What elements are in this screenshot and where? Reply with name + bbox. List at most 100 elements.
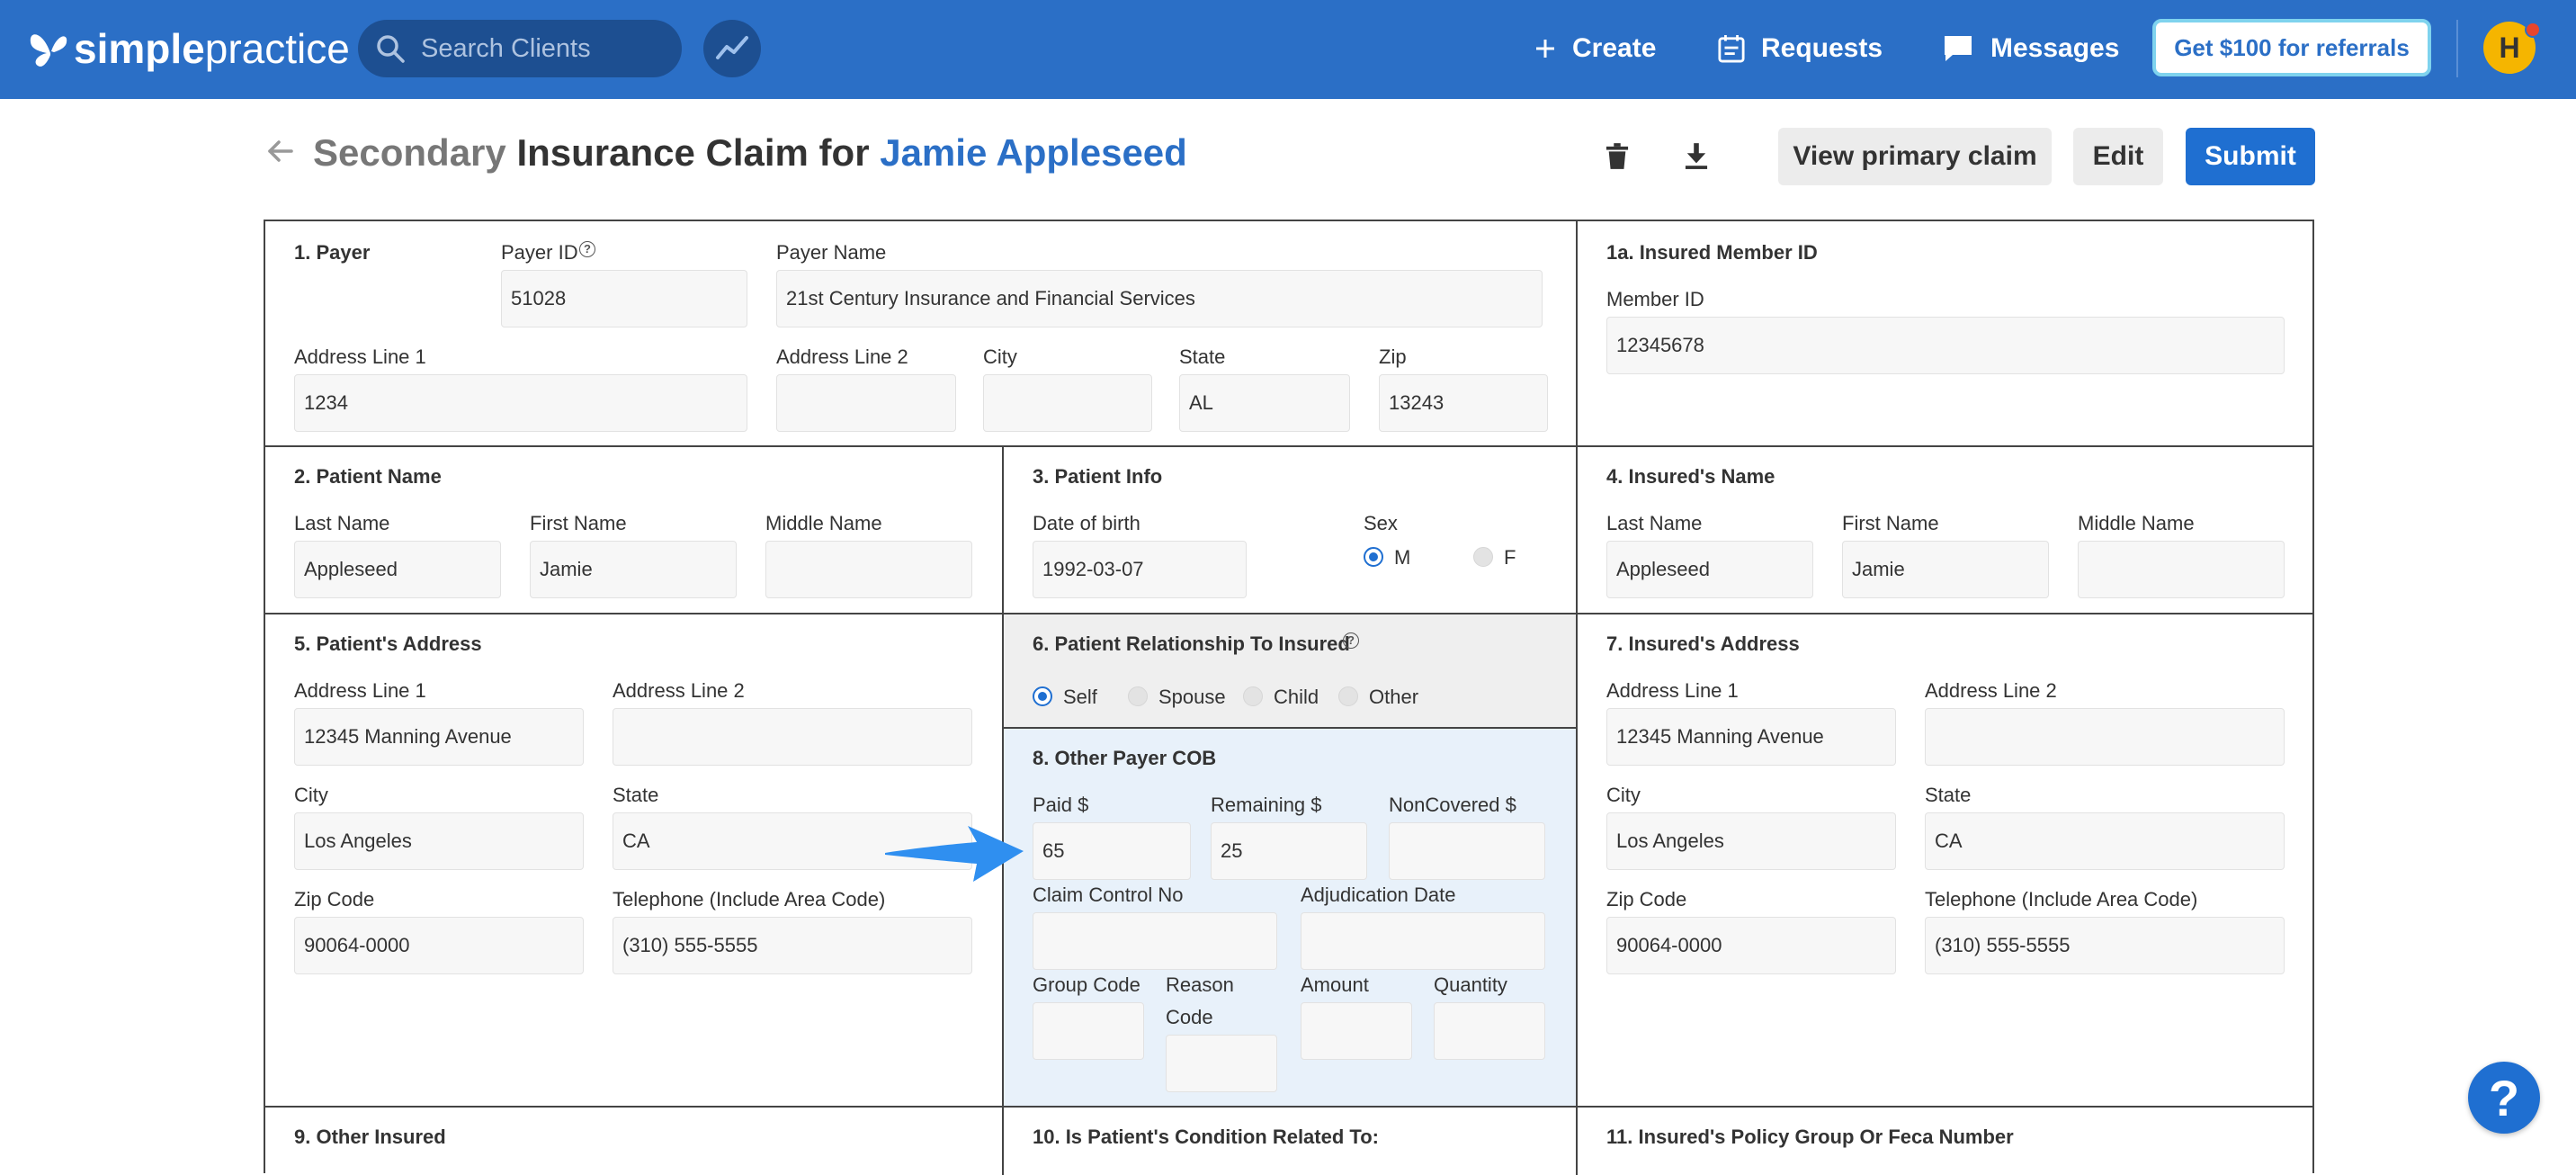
payer-name-field[interactable]: 21st Century Insurance and Financial Ser… xyxy=(776,270,1543,327)
zip-code-label: Zip Code xyxy=(1606,888,1687,910)
help-circle-icon[interactable]: ? xyxy=(1343,632,1359,649)
patient-first-name-field[interactable]: Jamie xyxy=(530,541,737,598)
back-arrow-icon[interactable] xyxy=(264,135,297,167)
address-line-2-label: Address Line 2 xyxy=(776,345,908,368)
payer-id-field[interactable]: 51028 xyxy=(501,270,747,327)
city-label: City xyxy=(983,345,1017,368)
page-title: Secondary Insurance Claim for Jamie Appl… xyxy=(313,131,1187,175)
butterfly-icon xyxy=(30,34,67,67)
section-patient-relationship: 6. Patient Relationship To Insured ? Sel… xyxy=(1004,614,1578,729)
messages-label: Messages xyxy=(1990,33,2120,63)
download-icon xyxy=(1685,143,1708,169)
messages-button[interactable]: Messages xyxy=(1942,27,2119,70)
amount-field[interactable] xyxy=(1301,1002,1412,1060)
city-field[interactable] xyxy=(983,374,1152,432)
amount-label: Amount xyxy=(1301,973,1369,996)
claim-control-label: Claim Control No xyxy=(1033,883,1184,906)
quantity-field[interactable] xyxy=(1434,1002,1545,1060)
noncovered-amount-field[interactable] xyxy=(1389,822,1545,880)
patient-last-name-field[interactable]: Appleseed xyxy=(294,541,501,598)
delete-button[interactable] xyxy=(1601,139,1633,175)
city-label: City xyxy=(1606,784,1641,806)
create-button[interactable]: Create xyxy=(1534,27,1656,70)
reason-code-field[interactable] xyxy=(1166,1035,1277,1092)
reason-code-label-line2: Code xyxy=(1166,1006,1213,1028)
submit-button[interactable]: Submit xyxy=(2186,128,2315,185)
trend-line-icon xyxy=(716,36,748,59)
address-line-2-field[interactable] xyxy=(776,374,956,432)
help-button[interactable]: ? xyxy=(2468,1062,2540,1134)
patient-address-1-field[interactable]: 12345 Manning Avenue xyxy=(294,708,584,766)
patient-city-field[interactable]: Los Angeles xyxy=(294,812,584,870)
simplepractice-logo[interactable]: simplepractice xyxy=(27,20,350,77)
title-main: Insurance Claim for xyxy=(516,131,870,174)
claim-control-field[interactable] xyxy=(1033,912,1277,970)
chat-bubble-icon xyxy=(1945,36,1972,61)
city-label: City xyxy=(294,784,328,806)
edit-button[interactable]: Edit xyxy=(2073,128,2163,185)
last-name-label: Last Name xyxy=(1606,512,1703,534)
insured-address-1-field[interactable]: 12345 Manning Avenue xyxy=(1606,708,1896,766)
insights-button[interactable] xyxy=(703,20,761,77)
relationship-spouse-radio[interactable] xyxy=(1128,686,1148,706)
address-line-1-field[interactable]: 1234 xyxy=(294,374,747,432)
section-title: 9. Other Insured xyxy=(294,1126,446,1148)
group-code-field[interactable] xyxy=(1033,1002,1144,1060)
client-name-link[interactable]: Jamie Appleseed xyxy=(880,131,1187,174)
requests-button[interactable]: Requests xyxy=(1718,27,1883,70)
relationship-other-radio[interactable] xyxy=(1338,686,1358,706)
patient-zip-field[interactable]: 90064-0000 xyxy=(294,917,584,974)
notification-dot xyxy=(2525,22,2541,38)
patient-telephone-field[interactable]: (310) 555-5555 xyxy=(613,917,972,974)
search-clients-box[interactable] xyxy=(358,20,682,77)
section-title: 4. Insured's Name xyxy=(1606,465,1775,488)
section-title: 8. Other Payer COB xyxy=(1033,747,1217,769)
section-insured-address: 7. Insured's Address Address Line 1 1234… xyxy=(1578,614,2314,1108)
download-button[interactable] xyxy=(1680,139,1713,175)
relationship-child-radio[interactable] xyxy=(1243,686,1263,706)
dob-label: Date of birth xyxy=(1033,512,1140,534)
sex-m-radio[interactable] xyxy=(1364,547,1383,567)
relationship-spouse-label: Spouse xyxy=(1158,686,1226,708)
insured-middle-name-field[interactable] xyxy=(2078,541,2285,598)
section-payer: 1. Payer Payer ID ? 51028 Payer Name 21s… xyxy=(265,221,1578,447)
member-id-field[interactable]: 12345678 xyxy=(1606,317,2285,374)
referral-button[interactable]: Get $100 for referrals xyxy=(2152,19,2431,76)
relationship-child-label: Child xyxy=(1274,686,1319,708)
middle-name-label: Middle Name xyxy=(765,512,882,534)
help-circle-icon[interactable]: ? xyxy=(579,241,595,257)
insured-city-field[interactable]: Los Angeles xyxy=(1606,812,1896,870)
relationship-self-radio[interactable] xyxy=(1033,686,1052,706)
sex-f-label: F xyxy=(1504,546,1516,569)
search-clients-input[interactable] xyxy=(419,32,666,65)
address-line-2-label: Address Line 2 xyxy=(1925,679,2057,702)
payer-name-label: Payer Name xyxy=(776,241,887,264)
view-primary-claim-button[interactable]: View primary claim xyxy=(1778,128,2052,185)
remaining-amount-field[interactable]: 25 xyxy=(1211,822,1367,880)
dob-field[interactable]: 1992-03-07 xyxy=(1033,541,1247,598)
last-name-label: Last Name xyxy=(294,512,390,534)
insured-telephone-field[interactable]: (310) 555-5555 xyxy=(1925,917,2285,974)
adjudication-date-label: Adjudication Date xyxy=(1301,883,1456,906)
zip-field[interactable]: 13243 xyxy=(1379,374,1548,432)
sex-f-radio[interactable] xyxy=(1473,547,1493,567)
patient-address-2-field[interactable] xyxy=(613,708,972,766)
section-policy-group: 11. Insured's Policy Group Or Feca Numbe… xyxy=(1578,1108,2314,1175)
paid-amount-field[interactable]: 65 xyxy=(1033,822,1191,880)
insured-address-2-field[interactable] xyxy=(1925,708,2285,766)
state-field[interactable]: AL xyxy=(1179,374,1350,432)
zip-code-label: Zip Code xyxy=(294,888,375,910)
insured-last-name-field[interactable]: Appleseed xyxy=(1606,541,1813,598)
insured-state-field[interactable]: CA xyxy=(1925,812,2285,870)
insured-first-name-field[interactable]: Jamie xyxy=(1842,541,2049,598)
section-insured-member-id: 1a. Insured Member ID Member ID 12345678 xyxy=(1578,221,2314,447)
logo-wordmark: simplepractice xyxy=(74,25,350,72)
quantity-label: Quantity xyxy=(1434,973,1507,996)
group-code-label: Group Code xyxy=(1033,973,1140,996)
zip-label: Zip xyxy=(1379,345,1407,368)
adjudication-date-field[interactable] xyxy=(1301,912,1545,970)
section-condition-related: 10. Is Patient's Condition Related To: xyxy=(1004,1108,1578,1175)
address-line-1-label: Address Line 1 xyxy=(294,679,426,702)
insured-zip-field[interactable]: 90064-0000 xyxy=(1606,917,1896,974)
patient-middle-name-field[interactable] xyxy=(765,541,972,598)
